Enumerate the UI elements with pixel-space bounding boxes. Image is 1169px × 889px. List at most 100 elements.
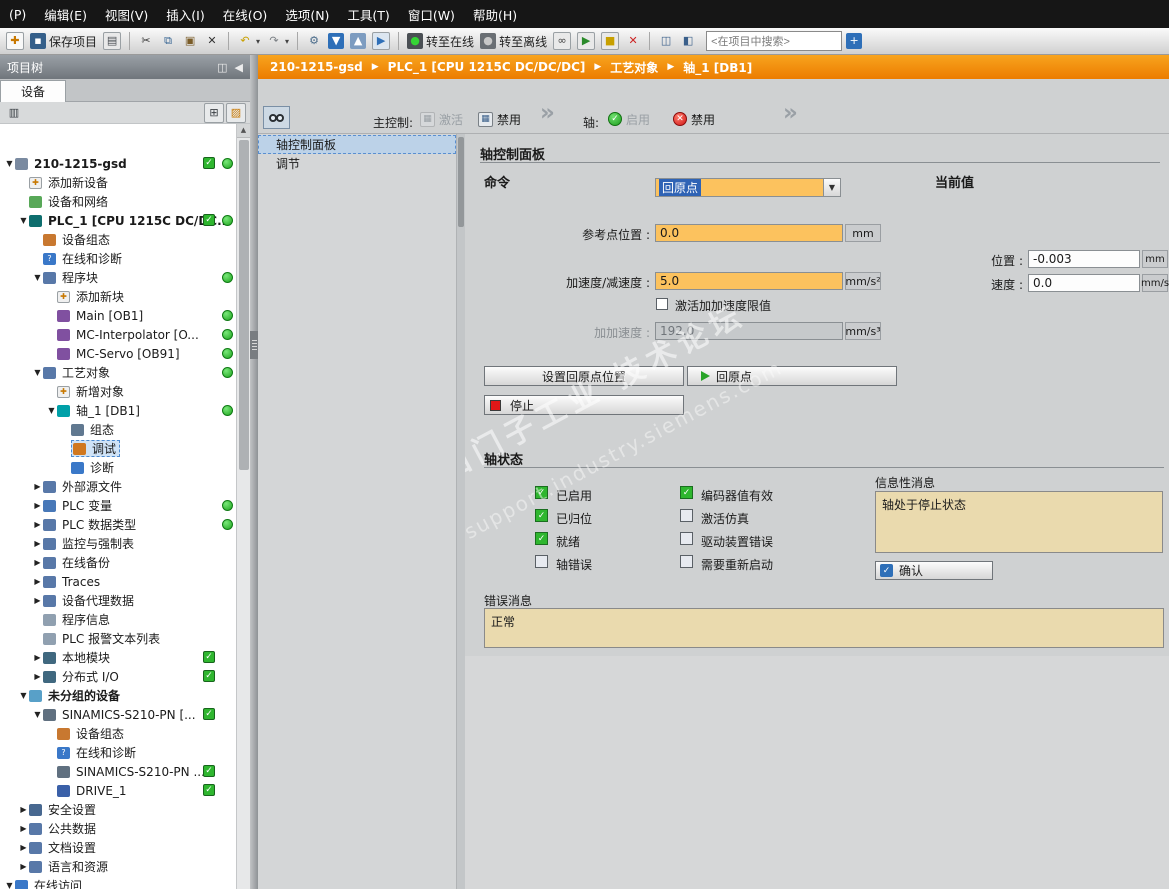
tree-item[interactable]: ▶ 文档设置 — [0, 838, 250, 857]
new-project-icon[interactable]: ✚ — [4, 31, 26, 52]
undo-icon[interactable]: ↶ ▾ — [235, 31, 262, 52]
chevron-double-icon[interactable]: » — [540, 100, 555, 126]
scroll-up-icon[interactable]: ▲ — [237, 124, 250, 138]
tree-item[interactable]: ▶ 分布式 I/O ✓ — [0, 667, 250, 686]
start-simulation-icon[interactable]: ▶ — [370, 31, 392, 52]
tree-item[interactable]: ▶ 本地模块 ✓ — [0, 648, 250, 667]
breadcrumb-item[interactable]: 工艺对象 — [610, 59, 658, 76]
axis-disable-button[interactable]: ✕ 禁用 — [673, 110, 715, 128]
tree-item[interactable]: 设备组态 — [0, 230, 250, 249]
library-search-icon[interactable]: + — [844, 31, 864, 52]
download-to-device-icon[interactable]: ▼ — [326, 31, 346, 52]
tree-item[interactable]: SINAMICS-S210-PN ... ✓ — [0, 762, 250, 781]
home-button[interactable]: 回原点 — [687, 366, 897, 386]
cross-references-icon[interactable]: ✕ — [623, 31, 643, 52]
tree-item[interactable]: ▼ PLC_1 [CPU 1215C DC/DC... ✓ — [0, 211, 250, 230]
tree-item[interactable]: 组态 — [0, 420, 250, 439]
expand-closed-icon[interactable]: ▶ — [32, 653, 43, 662]
menu-item[interactable]: 帮助(H) — [464, 0, 526, 28]
stop-cpu-icon[interactable]: ■ — [599, 31, 621, 52]
chevron-double-icon[interactable]: » — [783, 100, 798, 126]
expand-open-icon[interactable]: ▼ — [32, 710, 43, 719]
monitor-glasses-icon[interactable] — [263, 106, 290, 129]
accessible-devices-icon[interactable]: ∞ — [551, 31, 573, 52]
split-editor-vertical-icon[interactable]: ◧ — [678, 31, 698, 52]
tree-item[interactable]: ▶ Traces — [0, 572, 250, 591]
tree-item[interactable]: ▶ PLC 变量 — [0, 496, 250, 515]
expand-closed-icon[interactable]: ▶ — [18, 824, 29, 833]
tree-item[interactable]: ✚ 添加新块 — [0, 287, 250, 306]
expand-closed-icon[interactable]: ▶ — [32, 672, 43, 681]
tree-item[interactable]: 诊断 — [0, 458, 250, 477]
dropdown-caret-icon[interactable]: ▾ — [285, 37, 289, 46]
scrollbar-thumb[interactable] — [239, 140, 249, 470]
menu-item[interactable]: 视图(V) — [96, 0, 157, 28]
tree-item[interactable]: ▼ 工艺对象 — [0, 363, 250, 382]
breadcrumb-item[interactable]: 210-1215-gsd — [270, 60, 363, 74]
tree-item[interactable]: ▼ 程序块 — [0, 268, 250, 287]
expand-open-icon[interactable]: ▼ — [32, 368, 43, 377]
nav-item[interactable]: 轴控制面板 — [258, 135, 456, 154]
dropdown-caret-icon[interactable]: ▾ — [256, 37, 260, 46]
tree-item[interactable]: ▶ PLC 数据类型 — [0, 515, 250, 534]
collapse-panel-icon[interactable]: ◀ — [235, 61, 243, 74]
tree-item[interactable]: ✚ 新增对象 — [0, 382, 250, 401]
expand-closed-icon[interactable]: ▶ — [18, 805, 29, 814]
tree-item[interactable]: ▶ 公共数据 — [0, 819, 250, 838]
expand-closed-icon[interactable]: ▶ — [18, 843, 29, 852]
tree-item[interactable]: 程序信息 — [0, 610, 250, 629]
tree-item[interactable]: Main [OB1] — [0, 306, 250, 325]
project-tree-scrollbar[interactable]: ▲ — [236, 124, 250, 889]
split-editor-horizontal-icon[interactable]: ◫ — [656, 31, 676, 52]
field-input[interactable]: 5.0 — [655, 272, 843, 290]
chevron-down-icon[interactable]: ▼ — [823, 179, 840, 196]
tree-item[interactable]: ✚ 添加新设备 — [0, 173, 250, 192]
project-search-input[interactable] — [706, 31, 843, 51]
tree-item[interactable]: ▶ 监控与强制表 — [0, 534, 250, 553]
menu-item[interactable]: 在线(O) — [214, 0, 277, 28]
master-activate-button[interactable]: ▦ 激活 — [420, 110, 463, 128]
tree-item[interactable]: ▶ 外部源文件 — [0, 477, 250, 496]
expand-closed-icon[interactable]: ▶ — [32, 539, 43, 548]
compile-icon[interactable]: ⚙ — [304, 31, 324, 52]
tree-item[interactable]: ▼ 轴_1 [DB1] — [0, 401, 250, 420]
redo-icon[interactable]: ↷ ▾ — [264, 31, 291, 52]
axis-enable-button[interactable]: ✓ 启用 — [608, 110, 650, 128]
breadcrumb-item[interactable]: PLC_1 [CPU 1215C DC/DC/DC] — [388, 60, 586, 74]
set-home-position-button[interactable]: 设置回原点位置 — [484, 366, 684, 386]
delete-icon[interactable]: ✕ — [202, 31, 222, 52]
tree-item[interactable]: MC-Interpolator [O... — [0, 325, 250, 344]
tree-item[interactable]: MC-Servo [OB91] — [0, 344, 250, 363]
menu-item[interactable]: 选项(N) — [276, 0, 338, 28]
expand-open-icon[interactable]: ▼ — [4, 159, 15, 168]
expand-closed-icon[interactable]: ▶ — [32, 501, 43, 510]
expand-open-icon[interactable]: ▼ — [32, 273, 43, 282]
menu-item[interactable]: 窗口(W) — [399, 0, 464, 28]
tree-item[interactable]: 调试 — [0, 439, 250, 458]
tree-item[interactable]: 设备组态 — [0, 724, 250, 743]
tree-item[interactable]: PLC 报警文本列表 — [0, 629, 250, 648]
tree-item[interactable]: ▼ 未分组的设备 — [0, 686, 250, 705]
jerk-limit-checkbox[interactable] — [656, 298, 668, 310]
expand-closed-icon[interactable]: ▶ — [32, 596, 43, 605]
menu-item[interactable]: 编辑(E) — [35, 0, 96, 28]
upload-from-device-icon[interactable]: ▲ — [348, 31, 368, 52]
master-disable-button[interactable]: ▦ 禁用 — [478, 110, 521, 128]
panel-splitter[interactable] — [250, 55, 258, 889]
nav-item[interactable]: 调节 — [258, 154, 456, 173]
details-view-icon[interactable]: ▥ — [4, 103, 24, 123]
save-project-button[interactable]: ▪ 保存项目 — [28, 31, 99, 52]
open-editor-icon[interactable]: ▨ — [226, 102, 246, 123]
expand-open-icon[interactable]: ▼ — [4, 881, 15, 889]
print-icon[interactable]: ▤ — [101, 31, 123, 52]
field-input[interactable]: 0.0 — [655, 224, 843, 242]
tree-item[interactable]: ▼ SINAMICS-S210-PN [... ✓ — [0, 705, 250, 724]
tree-item[interactable]: 设备和网络 — [0, 192, 250, 211]
tree-item[interactable]: ▶ 在线备份 — [0, 553, 250, 572]
menu-item[interactable]: (P) — [0, 0, 35, 28]
stop-button[interactable]: 停止 — [484, 395, 684, 415]
pin-panel-icon[interactable]: ◫ — [217, 61, 227, 74]
expand-closed-icon[interactable]: ▶ — [32, 577, 43, 586]
tree-item[interactable]: DRIVE_1 ✓ — [0, 781, 250, 800]
expand-closed-icon[interactable]: ▶ — [18, 862, 29, 871]
